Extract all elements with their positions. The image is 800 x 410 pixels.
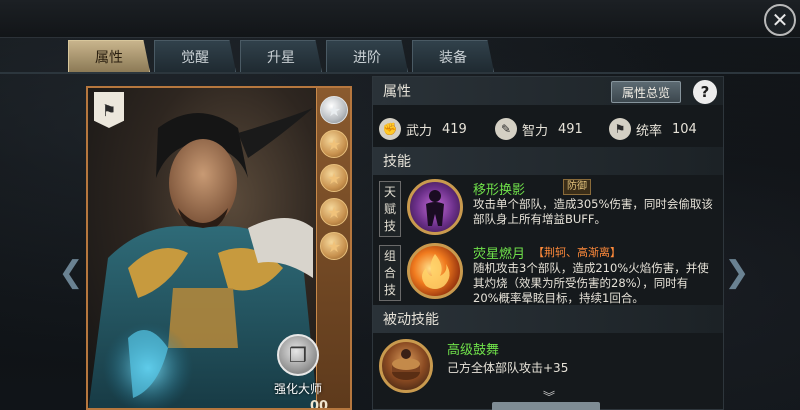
card-number: 00 — [310, 399, 329, 410]
intellect-icon: ✎ — [495, 118, 517, 140]
gold-star-icon: ★ — [320, 232, 348, 260]
combo-partners: 【荆轲、高渐离】 — [533, 246, 621, 259]
stat-command: ⚑ 统率 104 — [609, 118, 697, 140]
attributes-header: 属性 属性总览 ? — [373, 77, 723, 105]
gold-star-icon: ★ — [320, 164, 348, 192]
combo-skill-description: 随机攻击3个部队，造成210%火焰伤害，并使其灼烧（效果为所受伤害的28%），同… — [473, 261, 709, 305]
war-drum-icon — [379, 339, 433, 393]
command-icon: ⚑ — [609, 118, 631, 140]
bottom-button-edge[interactable] — [492, 402, 600, 410]
stat-label: 武力 — [406, 123, 433, 139]
attribute-overview-button[interactable]: 属性总览 — [611, 81, 681, 103]
chevron-right-icon[interactable]: ❯ — [724, 252, 750, 292]
stat-label: 智力 — [522, 123, 549, 139]
faction-flag-icon: ⚑ — [94, 92, 124, 128]
gold-star-icon: ★ — [320, 130, 348, 158]
stat-intellect: ✎ 智力 491 — [495, 118, 583, 140]
combo-skill[interactable]: 组合技 荧星燃月 【荆轲、高渐离】 随机攻击3个部队，造成210%火焰伤害，并使… — [373, 241, 723, 305]
skill-type-label: 组合技 — [379, 245, 401, 301]
passive-header: 被动技能 — [373, 305, 723, 333]
stat-value: 419 — [442, 121, 467, 137]
tab-divider — [0, 72, 800, 74]
stat-value: 104 — [672, 121, 697, 137]
top-bar: ✕ — [0, 0, 800, 38]
tab-attributes[interactable]: 属性 — [68, 40, 150, 72]
tab-advance[interactable]: 进阶 — [326, 40, 408, 72]
innate-skill-description: 攻击单个部队，造成305%伤害，同时会偷取该部队身上所有增益BUFF。 — [473, 197, 713, 226]
enhance-master-label: 强化大师 — [273, 382, 322, 396]
skill-type-label: 天赋技 — [379, 181, 401, 237]
combo-skill-name: 荧星燃月 — [473, 247, 526, 262]
enhance-master-button[interactable]: ❒ 强化大师 — [258, 334, 338, 398]
scroll-icon: ❒ — [277, 334, 319, 376]
innate-skill[interactable]: 天赋技 移形换影 防御 攻击单个部队，造成305%伤害，同时会偷取该部队身上所有… — [373, 177, 723, 241]
skill-tag-badge: 防御 — [563, 179, 591, 195]
attributes-title: 属性 — [383, 84, 411, 100]
passive-skill[interactable]: 高级鼓舞 己方全体部队攻击+35 ︾ — [373, 333, 723, 410]
hero-portrait-card: ⚑ ★ ★ ★ ★ ★ ❒ 强化大师 00 — [86, 86, 352, 410]
skills-header: 技能 — [373, 147, 723, 175]
stats-row: ✊ 武力 419 ✎ 智力 491 ⚑ 统率 104 — [373, 113, 723, 145]
tab-equipment[interactable]: 装备 — [412, 40, 494, 72]
stat-strength: ✊ 武力 419 — [379, 118, 467, 140]
skills-title: 技能 — [383, 154, 411, 170]
tab-star-up[interactable]: 升星 — [240, 40, 322, 72]
passive-skill-description: 己方全体部队攻击+35 — [447, 361, 569, 375]
passive-skill-name: 高级鼓舞 — [447, 343, 500, 358]
help-icon[interactable]: ? — [693, 80, 717, 104]
fire-moon-icon — [407, 243, 463, 299]
chevron-left-icon[interactable]: ❮ — [58, 252, 84, 292]
info-panel: 属性 属性总览 ? ✊ 武力 419 ✎ 智力 491 ⚑ 统率 104 技能 … — [372, 76, 724, 410]
passive-title: 被动技能 — [383, 312, 439, 328]
tab-bar: 属性 觉醒 升星 进阶 装备 — [68, 40, 494, 72]
innate-skill-name: 移形换影 — [473, 183, 526, 198]
shadow-figure-icon — [407, 179, 463, 235]
strength-icon: ✊ — [379, 118, 401, 140]
close-icon[interactable]: ✕ — [764, 4, 796, 36]
gold-star-icon: ★ — [320, 198, 348, 226]
tab-awaken[interactable]: 觉醒 — [154, 40, 236, 72]
stat-label: 统率 — [636, 123, 663, 139]
stat-value: 491 — [558, 121, 583, 137]
silver-star-icon: ★ — [320, 96, 348, 124]
